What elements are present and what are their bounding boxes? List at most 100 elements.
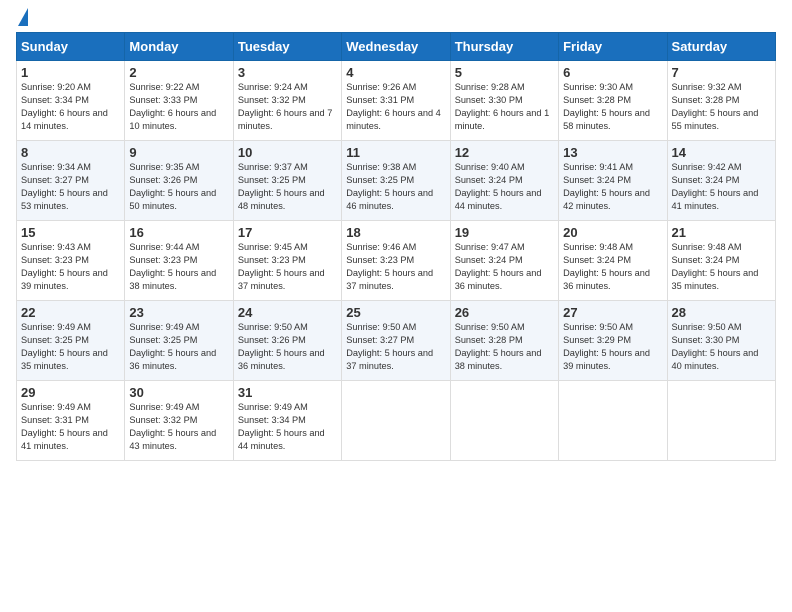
day-number: 16 [129, 225, 228, 240]
day-cell: 4Sunrise: 9:26 AMSunset: 3:31 PMDaylight… [342, 61, 450, 141]
day-cell: 24Sunrise: 9:50 AMSunset: 3:26 PMDayligh… [233, 301, 341, 381]
day-cell [667, 381, 775, 461]
day-number: 19 [455, 225, 554, 240]
day-number: 3 [238, 65, 337, 80]
day-number: 23 [129, 305, 228, 320]
calendar-table: SundayMondayTuesdayWednesdayThursdayFrid… [16, 32, 776, 461]
day-number: 29 [21, 385, 120, 400]
day-cell: 23 Sunrise: 9:49 AMSunset: 3:25 PMDayligh… [125, 301, 233, 381]
day-info: Sunrise: 9:42 AMSunset: 3:24 PMDaylight:… [672, 162, 759, 211]
header-day-monday: Monday [125, 33, 233, 61]
day-cell: 19 Sunrise: 9:47 AMSunset: 3:24 PMDayligh… [450, 221, 558, 301]
day-cell: 13Sunrise: 9:41 AMSunset: 3:24 PMDayligh… [559, 141, 667, 221]
day-info: Sunrise: 9:24 AMSunset: 3:32 PMDaylight:… [238, 82, 333, 131]
day-info: Sunrise: 9:50 AMSunset: 3:29 PMDaylight:… [563, 322, 650, 371]
day-cell: 21 Sunrise: 9:48 AMSunset: 3:24 PMDayligh… [667, 221, 775, 301]
day-info: Sunrise: 9:48 AMSunset: 3:24 PMDaylight:… [672, 242, 759, 291]
day-number: 5 [455, 65, 554, 80]
day-number: 22 [21, 305, 120, 320]
day-cell: 1 Sunrise: 9:20 AMSunset: 3:34 PMDaylight… [17, 61, 125, 141]
day-info: Sunrise: 9:49 AMSunset: 3:32 PMDaylight:… [129, 402, 216, 451]
day-number: 15 [21, 225, 120, 240]
day-cell: 7 Sunrise: 9:32 AMSunset: 3:28 PMDaylight… [667, 61, 775, 141]
day-info: Sunrise: 9:49 AMSunset: 3:25 PMDaylight:… [129, 322, 216, 371]
logo [16, 10, 28, 26]
day-info: Sunrise: 9:50 AMSunset: 3:30 PMDaylight:… [672, 322, 759, 371]
day-number: 9 [129, 145, 228, 160]
day-info: Sunrise: 9:35 AMSunset: 3:26 PMDaylight:… [129, 162, 216, 211]
day-cell: 28 Sunrise: 9:50 AMSunset: 3:30 PMDayligh… [667, 301, 775, 381]
header-day-tuesday: Tuesday [233, 33, 341, 61]
day-cell: 16 Sunrise: 9:44 AMSunset: 3:23 PMDayligh… [125, 221, 233, 301]
day-number: 2 [129, 65, 228, 80]
day-info: Sunrise: 9:45 AMSunset: 3:23 PMDaylight:… [238, 242, 325, 291]
day-info: Sunrise: 9:43 AMSunset: 3:23 PMDaylight:… [21, 242, 108, 291]
header-day-friday: Friday [559, 33, 667, 61]
day-cell: 27 Sunrise: 9:50 AMSunset: 3:29 PMDayligh… [559, 301, 667, 381]
day-info: Sunrise: 9:40 AMSunset: 3:24 PMDaylight:… [455, 162, 542, 211]
day-cell: 10 Sunrise: 9:37 AMSunset: 3:25 PMDayligh… [233, 141, 341, 221]
day-cell: 2Sunrise: 9:22 AMSunset: 3:33 PMDaylight… [125, 61, 233, 141]
day-number: 11 [346, 145, 445, 160]
day-number: 17 [238, 225, 337, 240]
logo-triangle-icon [18, 8, 28, 26]
day-number: 30 [129, 385, 228, 400]
day-cell: 14 Sunrise: 9:42 AMSunset: 3:24 PMDayligh… [667, 141, 775, 221]
day-number: 1 [21, 65, 120, 80]
day-cell: 31 Sunrise: 9:49 AMSunset: 3:34 PMDayligh… [233, 381, 341, 461]
day-info: Sunrise: 9:30 AMSunset: 3:28 PMDaylight:… [563, 82, 650, 131]
day-cell: 9 Sunrise: 9:35 AMSunset: 3:26 PMDaylight… [125, 141, 233, 221]
day-cell: 18 Sunrise: 9:46 AMSunset: 3:23 PMDayligh… [342, 221, 450, 301]
day-info: Sunrise: 9:47 AMSunset: 3:24 PMDaylight:… [455, 242, 542, 291]
day-info: Sunrise: 9:38 AMSunset: 3:25 PMDaylight:… [346, 162, 433, 211]
day-number: 28 [672, 305, 771, 320]
header-day-thursday: Thursday [450, 33, 558, 61]
day-number: 27 [563, 305, 662, 320]
page-container: SundayMondayTuesdayWednesdayThursdayFrid… [0, 0, 792, 471]
day-number: 21 [672, 225, 771, 240]
day-info: Sunrise: 9:20 AMSunset: 3:34 PMDaylight:… [21, 82, 108, 131]
day-number: 31 [238, 385, 337, 400]
day-number: 26 [455, 305, 554, 320]
day-info: Sunrise: 9:50 AMSunset: 3:27 PMDaylight:… [346, 322, 433, 371]
day-number: 12 [455, 145, 554, 160]
day-cell: 5Sunrise: 9:28 AMSunset: 3:30 PMDaylight… [450, 61, 558, 141]
week-row-3: 15 Sunrise: 9:43 AMSunset: 3:23 PMDayligh… [17, 221, 776, 301]
day-number: 25 [346, 305, 445, 320]
day-number: 18 [346, 225, 445, 240]
week-row-4: 22 Sunrise: 9:49 AMSunset: 3:25 PMDayligh… [17, 301, 776, 381]
week-row-2: 8Sunrise: 9:34 AMSunset: 3:27 PMDaylight… [17, 141, 776, 221]
week-row-5: 29Sunrise: 9:49 AMSunset: 3:31 PMDayligh… [17, 381, 776, 461]
day-number: 13 [563, 145, 662, 160]
day-number: 10 [238, 145, 337, 160]
day-info: Sunrise: 9:37 AMSunset: 3:25 PMDaylight:… [238, 162, 325, 211]
header-day-wednesday: Wednesday [342, 33, 450, 61]
day-info: Sunrise: 9:46 AMSunset: 3:23 PMDaylight:… [346, 242, 433, 291]
day-number: 8 [21, 145, 120, 160]
day-cell: 25 Sunrise: 9:50 AMSunset: 3:27 PMDayligh… [342, 301, 450, 381]
day-cell: 29Sunrise: 9:49 AMSunset: 3:31 PMDayligh… [17, 381, 125, 461]
header [16, 10, 776, 26]
day-cell: 8Sunrise: 9:34 AMSunset: 3:27 PMDaylight… [17, 141, 125, 221]
day-cell: 3 Sunrise: 9:24 AMSunset: 3:32 PMDaylight… [233, 61, 341, 141]
day-number: 20 [563, 225, 662, 240]
day-number: 4 [346, 65, 445, 80]
day-cell: 22 Sunrise: 9:49 AMSunset: 3:25 PMDayligh… [17, 301, 125, 381]
day-info: Sunrise: 9:49 AMSunset: 3:25 PMDaylight:… [21, 322, 108, 371]
header-day-sunday: Sunday [17, 33, 125, 61]
week-row-1: 1 Sunrise: 9:20 AMSunset: 3:34 PMDaylight… [17, 61, 776, 141]
day-cell: 11 Sunrise: 9:38 AMSunset: 3:25 PMDayligh… [342, 141, 450, 221]
day-info: Sunrise: 9:50 AMSunset: 3:28 PMDaylight:… [455, 322, 542, 371]
day-info: Sunrise: 9:49 AMSunset: 3:34 PMDaylight:… [238, 402, 325, 451]
day-cell [559, 381, 667, 461]
day-number: 24 [238, 305, 337, 320]
day-number: 14 [672, 145, 771, 160]
day-cell: 15 Sunrise: 9:43 AMSunset: 3:23 PMDayligh… [17, 221, 125, 301]
day-number: 7 [672, 65, 771, 80]
day-cell: 6Sunrise: 9:30 AMSunset: 3:28 PMDaylight… [559, 61, 667, 141]
day-cell: 26 Sunrise: 9:50 AMSunset: 3:28 PMDayligh… [450, 301, 558, 381]
day-cell [342, 381, 450, 461]
day-info: Sunrise: 9:44 AMSunset: 3:23 PMDaylight:… [129, 242, 216, 291]
day-cell: 30 Sunrise: 9:49 AMSunset: 3:32 PMDayligh… [125, 381, 233, 461]
day-info: Sunrise: 9:32 AMSunset: 3:28 PMDaylight:… [672, 82, 759, 131]
